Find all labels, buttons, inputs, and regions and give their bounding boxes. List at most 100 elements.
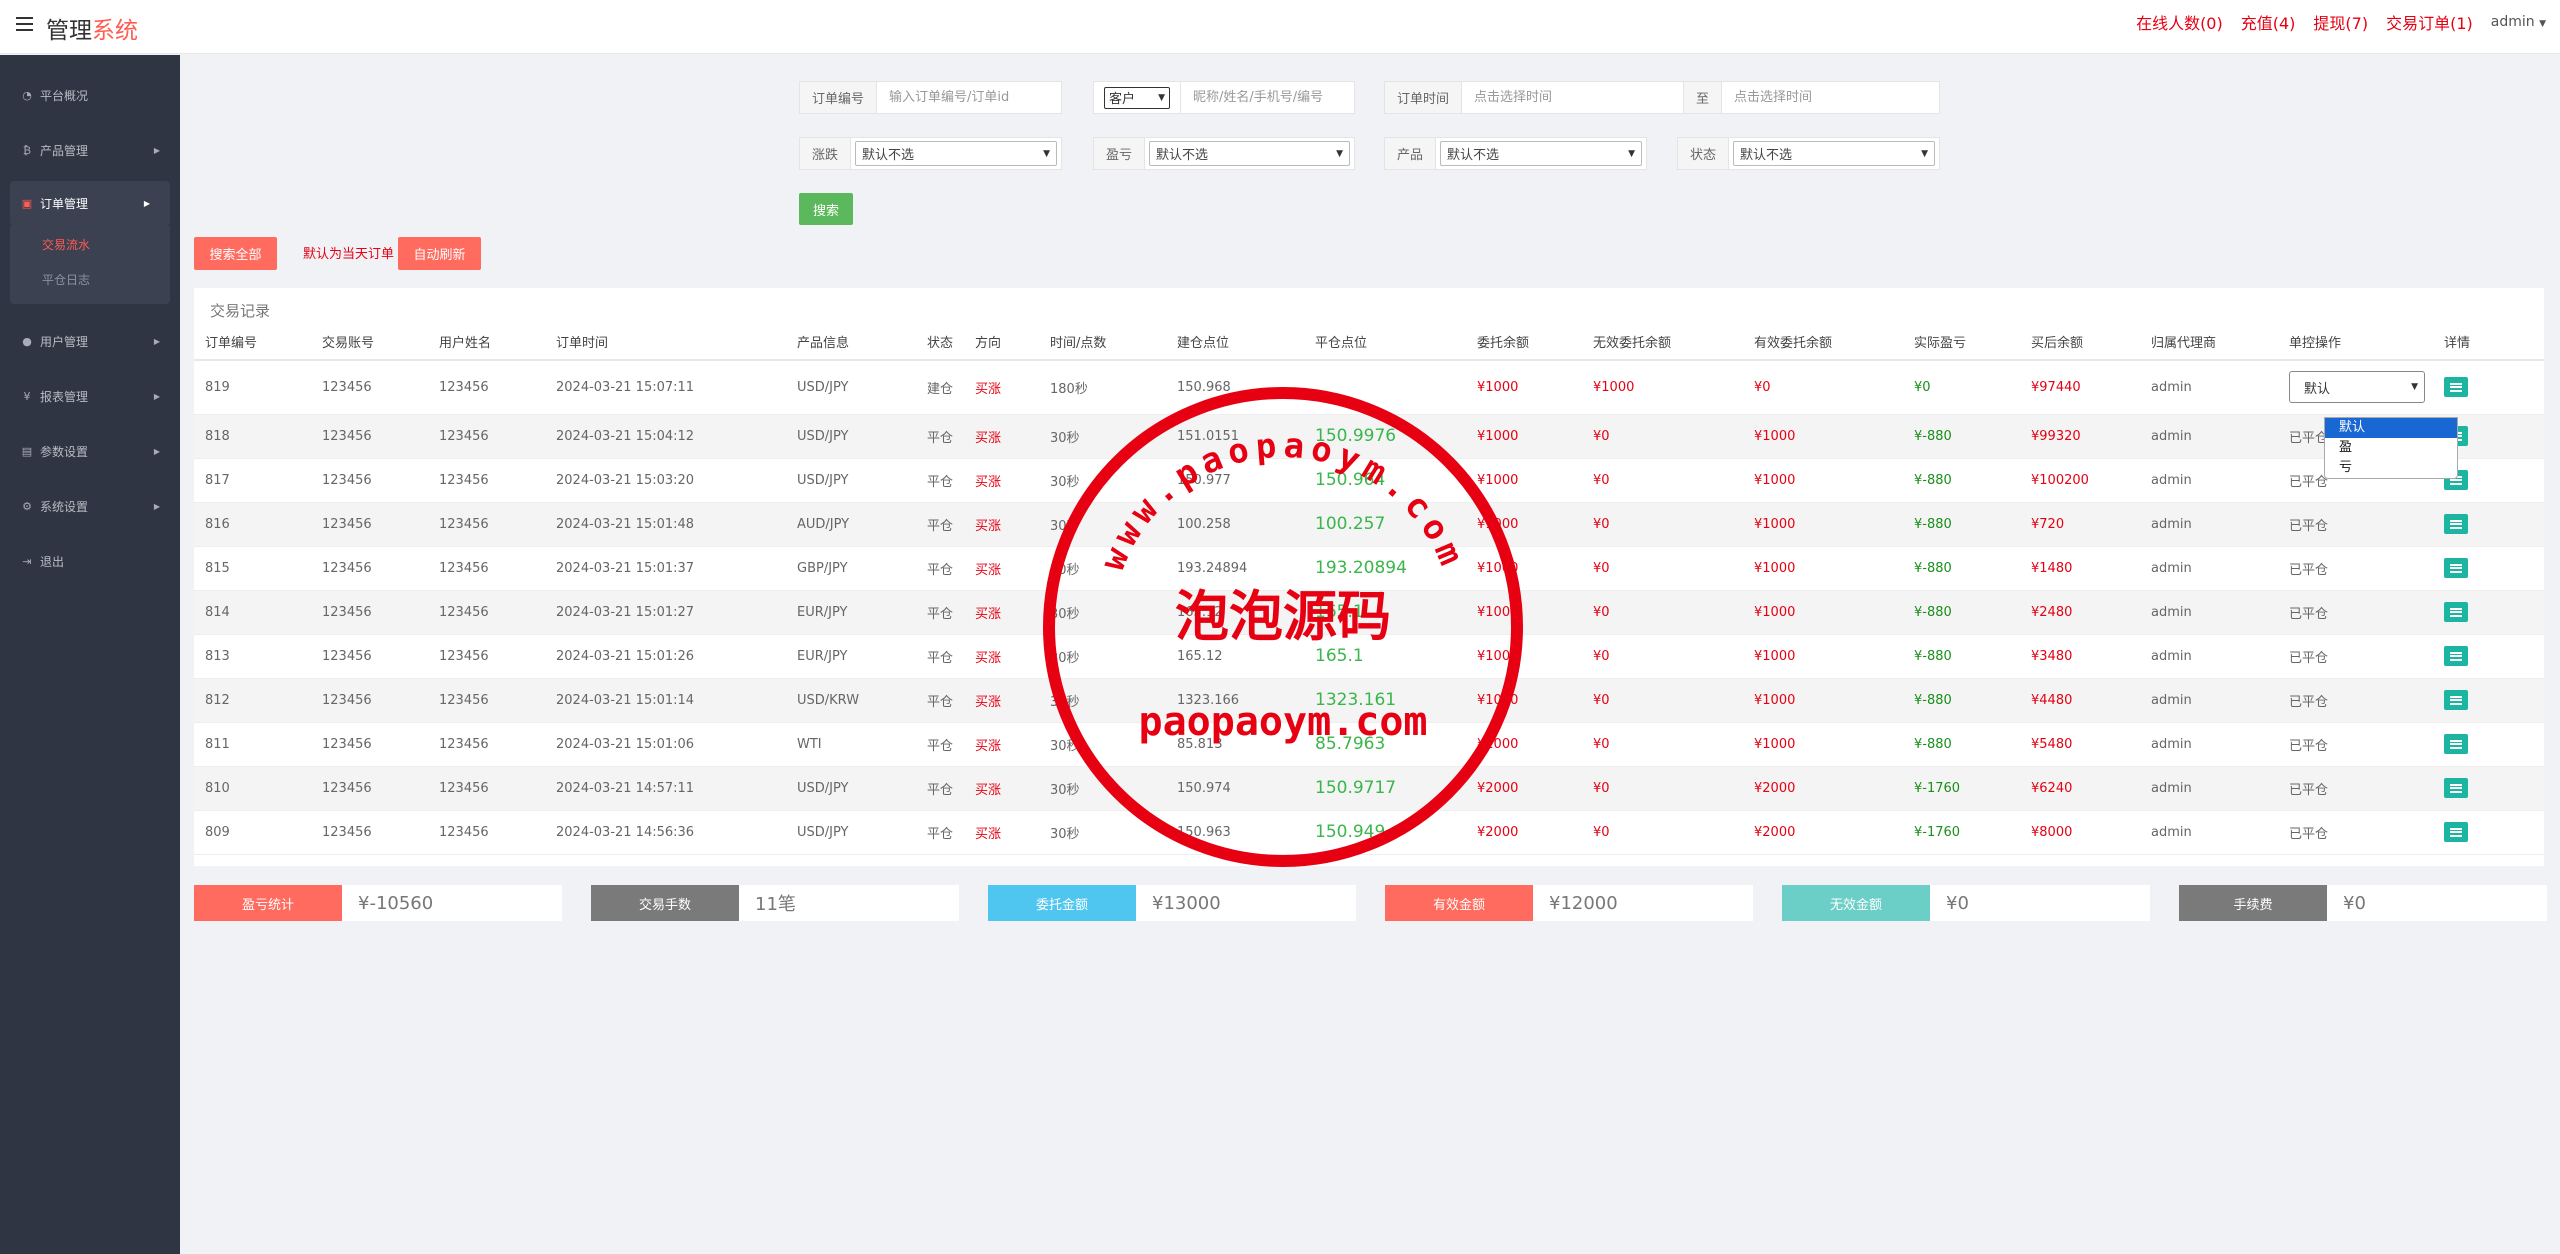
stat-value: ¥12000 xyxy=(1549,892,1618,914)
time-start-input[interactable] xyxy=(1462,82,1683,113)
order-no-input[interactable] xyxy=(877,82,1061,113)
trade-orders-link[interactable]: 交易订单(1) xyxy=(2386,10,2473,34)
detail-icon[interactable] xyxy=(2444,690,2468,710)
cell-agent: admin xyxy=(2140,634,2278,679)
rise-select[interactable]: 默认不选 ▼ xyxy=(855,141,1057,166)
chevron-down-icon: ▼ xyxy=(2411,382,2418,393)
cell-invalid: ¥0 xyxy=(1582,766,1743,811)
cell-direction: 买涨 xyxy=(964,360,1039,415)
detail-icon[interactable] xyxy=(2444,602,2468,622)
stat-value: 11笔 xyxy=(755,894,796,915)
recharge-link[interactable]: 充值(4) xyxy=(2241,10,2296,34)
customer-input[interactable] xyxy=(1181,82,1354,113)
search-all-button[interactable]: 搜索全部 xyxy=(194,237,277,270)
sidebar-item-system[interactable]: ⚙ 系统设置 ▶ xyxy=(0,479,180,534)
op-option-default[interactable]: 默认 xyxy=(2325,418,2457,438)
pl-select[interactable]: 默认不选 ▼ xyxy=(1149,141,1350,166)
cell-time: 2024-03-21 14:57:11 xyxy=(545,766,786,811)
sidebar-item-params[interactable]: ▤ 参数设置 ▶ xyxy=(0,424,180,479)
auto-refresh-button[interactable]: 自动刷新 xyxy=(398,237,481,270)
cell-account: 123456 xyxy=(311,722,428,767)
cell-detail xyxy=(2433,678,2544,723)
pl-filter: 盈亏 默认不选 ▼ xyxy=(1093,137,1355,170)
cell-status: 平仓 xyxy=(916,502,964,547)
sidebar-subitem-close-log[interactable]: 平仓日志 xyxy=(10,263,170,298)
cell-invalid: ¥0 xyxy=(1582,546,1743,591)
admin-menu[interactable]: admin ▼ xyxy=(2491,14,2546,30)
sidebar-item-users[interactable]: ● 用户管理 ▶ xyxy=(0,314,180,369)
sidebar-item-products[interactable]: ₿ 产品管理 ▶ xyxy=(0,123,180,178)
sidebar-item-orders[interactable]: ▣ 订单管理 ▶ xyxy=(10,181,170,226)
cell-product: USD/KRW xyxy=(786,678,916,723)
cell-period: 30秒 xyxy=(1039,414,1166,459)
product-label: 产品 xyxy=(1385,138,1437,169)
table-row: 817 123456 123456 2024-03-21 15:03:20 USD/JP… xyxy=(194,458,2544,503)
detail-icon[interactable] xyxy=(2444,558,2468,578)
detail-icon[interactable] xyxy=(2444,646,2468,666)
cell-amount: ¥1000 xyxy=(1466,546,1582,591)
customer-type-select[interactable]: 客户 ▼ xyxy=(1104,86,1170,109)
cell-valid: ¥1000 xyxy=(1743,502,1903,547)
cell-close: 150.964 xyxy=(1304,458,1466,503)
cell-product: WTI xyxy=(786,722,916,767)
detail-icon[interactable] xyxy=(2444,778,2468,798)
cell-id: 818 xyxy=(194,414,311,459)
menu-toggle-icon[interactable] xyxy=(16,17,33,31)
status-select[interactable]: 默认不选 ▼ xyxy=(1733,141,1935,166)
cell-amount: ¥1000 xyxy=(1466,634,1582,679)
cell-name: 123456 xyxy=(428,590,545,635)
column-header: 实际盈亏 xyxy=(1903,324,2020,361)
column-header: 订单时间 xyxy=(545,324,786,361)
cell-name: 123456 xyxy=(428,722,545,767)
online-users-link[interactable]: 在线人数(0) xyxy=(2136,10,2223,34)
op-option-profit[interactable]: 盈 xyxy=(2325,438,2457,458)
cell-period: 30秒 xyxy=(1039,722,1166,767)
cell-valid: ¥1000 xyxy=(1743,590,1903,635)
cell-open: 193.24894 xyxy=(1166,546,1304,591)
cell-after: ¥3480 xyxy=(2020,634,2140,679)
op-select[interactable]: 默认 ▼ xyxy=(2289,371,2425,404)
cell-close: 150.9717 xyxy=(1304,766,1466,811)
cell-close: 100.257 xyxy=(1304,502,1466,547)
chevron-right-icon: ▶ xyxy=(153,392,160,401)
time-end-input[interactable] xyxy=(1722,82,1939,113)
cell-pnl: ¥-880 xyxy=(1903,722,2020,767)
cell-op: 已平仓 xyxy=(2278,678,2433,723)
cell-open: 150.974 xyxy=(1166,766,1304,811)
cell-product: EUR/JPY xyxy=(786,590,916,635)
order-no-label: 订单编号 xyxy=(800,82,878,113)
detail-icon[interactable] xyxy=(2444,514,2468,534)
withdraw-link[interactable]: 提现(7) xyxy=(2313,10,2368,34)
sidebar-item-overview[interactable]: ◔ 平台概况 xyxy=(0,68,180,123)
detail-icon[interactable] xyxy=(2444,822,2468,842)
cell-period: 30秒 xyxy=(1039,678,1166,723)
cell-name: 123456 xyxy=(428,458,545,503)
cell-id: 819 xyxy=(194,360,311,415)
column-header: 交易账号 xyxy=(311,324,428,361)
sidebar-item-reports[interactable]: ¥ 报表管理 ▶ xyxy=(0,369,180,424)
cell-pnl: ¥0 xyxy=(1903,360,2020,415)
table-row: 813 123456 123456 2024-03-21 15:01:26 EUR/JP… xyxy=(194,634,2544,679)
column-header: 详情 xyxy=(2433,324,2544,361)
sidebar-subitem-trade-flow[interactable]: 交易流水 xyxy=(10,228,170,263)
column-header: 买后余额 xyxy=(2020,324,2140,361)
product-select[interactable]: 默认不选 ▼ xyxy=(1440,141,1642,166)
search-button[interactable]: 搜索 xyxy=(799,193,853,225)
cell-amount: ¥1000 xyxy=(1466,678,1582,723)
cell-invalid: ¥0 xyxy=(1582,810,1743,855)
cell-detail xyxy=(2433,766,2544,811)
cell-op: 已平仓 xyxy=(2278,502,2433,547)
column-header: 委托余额 xyxy=(1466,324,1582,361)
stat-value: ¥-10560 xyxy=(358,892,434,914)
cell-valid: ¥1000 xyxy=(1743,414,1903,459)
cell-close: 165.1 xyxy=(1304,634,1466,679)
cell-direction: 买涨 xyxy=(964,414,1039,459)
detail-icon[interactable] xyxy=(2444,377,2468,398)
detail-icon[interactable] xyxy=(2444,734,2468,754)
column-header: 订单编号 xyxy=(194,324,311,361)
cell-id: 814 xyxy=(194,590,311,635)
cell-valid: ¥2000 xyxy=(1743,766,1903,811)
table-row: 810 123456 123456 2024-03-21 14:57:11 USD/JP… xyxy=(194,766,2544,811)
sidebar-item-logout[interactable]: ⇥ 退出 xyxy=(0,534,180,589)
op-option-loss[interactable]: 亏 xyxy=(2325,458,2457,478)
